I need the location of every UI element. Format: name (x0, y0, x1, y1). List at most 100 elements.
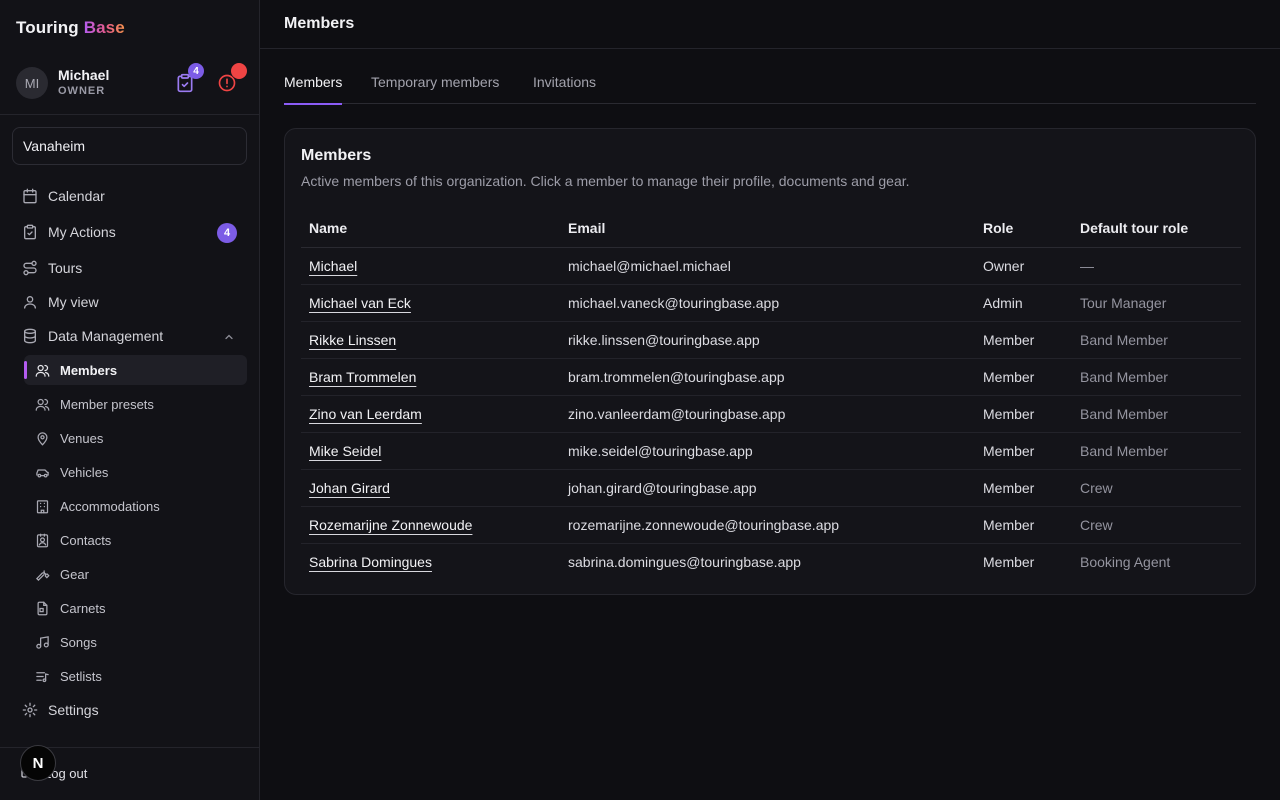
member-role-cell: Member (975, 469, 1072, 507)
sub-item-gear[interactable]: Gear (24, 559, 247, 589)
avatar[interactable]: MI (16, 67, 48, 99)
nav-settings[interactable]: Settings (12, 695, 247, 725)
brand-part1: Touring (16, 18, 79, 37)
member-role-cell: Owner (975, 247, 1072, 285)
sub-item-setlists[interactable]: Setlists (24, 661, 247, 691)
member-name-cell: Sabrina Domingues (301, 543, 560, 580)
member-name-link[interactable]: Michael (309, 258, 357, 274)
member-name-link[interactable]: Johan Girard (309, 480, 390, 496)
alert-dot (231, 63, 247, 79)
member-name-link[interactable]: Sabrina Domingues (309, 554, 432, 570)
map-pin-icon (34, 430, 50, 446)
column-header-name[interactable]: Name (301, 209, 560, 248)
file-stack-icon (34, 600, 50, 616)
member-tour-role-cell: Band Member (1072, 432, 1241, 470)
table-row[interactable]: Zino van Leerdam zino.vanleerdam@touringb… (301, 395, 1241, 433)
column-header-email[interactable]: Email (560, 209, 975, 248)
member-name-cell: Bram Trommelen (301, 358, 560, 396)
sub-item-label: Accommodations (60, 498, 160, 514)
app: Touring Base MI Michael OWNER 4 Vanaheim … (0, 0, 1280, 800)
building-icon (34, 498, 50, 514)
wrench-icon (34, 566, 50, 582)
table-row[interactable]: Johan Girard johan.girard@touringbase.app… (301, 469, 1241, 507)
nav-calendar[interactable]: Calendar (12, 181, 247, 211)
column-header-role[interactable]: Role (975, 209, 1072, 248)
member-email-cell: johan.girard@touringbase.app (560, 469, 975, 507)
member-email-cell: bram.trommelen@touringbase.app (560, 358, 975, 396)
member-role-cell: Admin (975, 284, 1072, 322)
member-name-link[interactable]: Rozemarijne Zonnewoude (309, 517, 472, 533)
tab-invitations[interactable]: Invitations (533, 74, 596, 104)
member-name-link[interactable]: Michael van Eck (309, 295, 411, 311)
active-tab-indicator (284, 103, 343, 105)
member-email-cell: zino.vanleerdam@touringbase.app (560, 395, 975, 433)
tab-members[interactable]: Members (284, 74, 343, 105)
brand-logo[interactable]: Touring Base (16, 18, 125, 38)
database-icon (21, 327, 39, 345)
table-body: Michael michael@michael.michael Owner — Mich… (301, 247, 1241, 580)
sub-item-contacts[interactable]: Contacts (24, 525, 247, 555)
sidebar: Touring Base MI Michael OWNER 4 Vanaheim … (0, 0, 260, 800)
sub-item-carnets[interactable]: Carnets (24, 593, 247, 623)
nav-my-actions[interactable]: My Actions 4 (12, 217, 247, 247)
car-icon (34, 464, 50, 480)
table-row[interactable]: Bram Trommelen bram.trommelen@touringbase… (301, 358, 1241, 396)
sub-item-songs[interactable]: Songs (24, 627, 247, 657)
member-tour-role-cell: Band Member (1072, 358, 1241, 396)
member-name-link[interactable]: Zino van Leerdam (309, 406, 422, 422)
member-email-cell: rozemarijne.zonnewoude@touringbase.app (560, 506, 975, 544)
tab-temporary-members[interactable]: Temporary members (371, 74, 499, 104)
column-header-tour-role[interactable]: Default tour role (1072, 209, 1241, 248)
user-icon (21, 293, 39, 311)
sub-item-label: Contacts (60, 532, 112, 548)
sub-item-accommodations[interactable]: Accommodations (24, 491, 247, 521)
sub-item-vehicles[interactable]: Vehicles (24, 457, 247, 487)
nav-label: Tours (48, 260, 83, 276)
members-card: Members Active members of this organizat… (284, 128, 1256, 595)
table-row[interactable]: Michael van Eck michael.vaneck@touringbas… (301, 284, 1241, 322)
member-name-cell: Michael (301, 247, 560, 285)
member-name-cell: Zino van Leerdam (301, 395, 560, 433)
member-role-cell: Member (975, 506, 1072, 544)
nav-label: Calendar (48, 188, 105, 204)
member-name-link[interactable]: Rikke Linssen (309, 332, 396, 348)
sub-item-venues[interactable]: Venues (24, 423, 247, 453)
brand-part2: Base (83, 18, 125, 37)
main-content: Members Members Temporary members Invita… (260, 0, 1280, 800)
route-icon (21, 259, 39, 277)
member-role-cell: Member (975, 395, 1072, 433)
sub-item-members[interactable]: Members (24, 355, 247, 385)
card-description: Active members of this organization. Cli… (301, 173, 910, 189)
users-icon (34, 362, 50, 378)
calendar-icon (21, 187, 39, 205)
tasks-badge: 4 (188, 63, 204, 79)
dev-tools-button[interactable]: N (20, 745, 56, 781)
table-row[interactable]: Rozemarijne Zonnewoude rozemarijne.zonnew… (301, 506, 1241, 544)
sub-item-label: Venues (60, 430, 104, 446)
member-name-cell: Mike Seidel (301, 432, 560, 470)
page-title: Members (284, 15, 355, 32)
nav-my-view[interactable]: My view (12, 287, 247, 317)
tab-label: Invitations (533, 74, 597, 90)
member-email-cell: michael.vaneck@touringbase.app (560, 284, 975, 322)
member-role-cell: Member (983, 553, 1035, 570)
member-name-link[interactable]: Bram Trommelen (309, 369, 416, 385)
nav-tours[interactable]: Tours (12, 253, 247, 283)
member-name-cell: Rozemarijne Zonnewoude (301, 506, 560, 544)
table-row[interactable]: Michael michael@michael.michael Owner — (301, 247, 1241, 285)
table-row[interactable]: Rikke Linssen rikke.linssen@touringbase.a… (301, 321, 1241, 359)
contact-card-icon (34, 532, 50, 548)
nav-data-management[interactable]: Data Management (12, 321, 247, 351)
member-name-link[interactable]: Mike Seidel (309, 443, 381, 459)
user-role: OWNER (58, 85, 106, 97)
card-title: Members (301, 147, 372, 164)
table-row[interactable]: Sabrina Domingues sabrina.domingues@touri… (301, 543, 1241, 580)
members-table: Name Email Role Default tour role Michae… (301, 209, 1241, 580)
member-role-cell: Member (975, 358, 1072, 396)
user-name: Michael (58, 67, 110, 83)
member-tour-role-cell: — (1072, 247, 1241, 285)
table-row[interactable]: Mike Seidel mike.seidel@touringbase.app Me… (301, 432, 1241, 470)
sub-item-member-presets[interactable]: Member presets (24, 389, 247, 419)
org-selector[interactable]: Vanaheim (12, 127, 247, 165)
member-tour-role-cell: Crew (1072, 469, 1241, 507)
